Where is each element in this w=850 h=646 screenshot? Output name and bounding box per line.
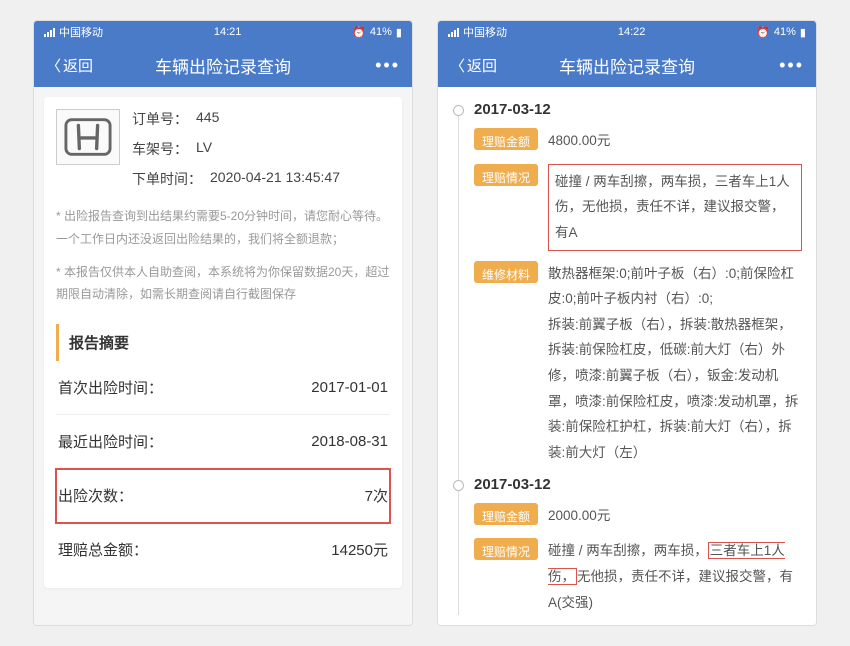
last-label: 最近出险时间： [58, 431, 163, 452]
total-label: 理赔总金额： [58, 539, 148, 560]
order-no-label: 订单号： [132, 109, 188, 129]
alarm-icon: ⏰ [756, 26, 770, 39]
note-1: * 出险报告查询到出结果约需要5-20分钟时间，请您耐心等待。一个工作日内还没返… [56, 205, 390, 251]
row-total-claim: 理赔总金额： 14250元 [56, 523, 390, 576]
event-date: 2017-03-12 [474, 101, 802, 118]
battery-label: 41% [370, 26, 392, 38]
content-scroll[interactable]: 订单号：445 车架号：LV 下单时间：2020-04-21 13:45:47 … [34, 87, 412, 625]
count-label: 出险次数： [58, 485, 133, 506]
battery-icon: ▮ [396, 26, 402, 39]
last-value: 2018-08-31 [311, 433, 388, 450]
claim-situation-value: 碰撞 / 两车刮擦，两车损，三者车上1人伤，无他损，责任不详，建议报交警，有A [548, 164, 802, 251]
carrier-label: 中国移动 [463, 24, 507, 40]
row-first-incident: 首次出险时间： 2017-01-01 [56, 361, 390, 415]
tag-claim-amount: 理赔金额 [474, 503, 538, 525]
clock: 14:22 [618, 26, 646, 38]
order-fields: 订单号： 445 车架号： LV 下单时间： 2020-04-21 13:45:47 [132, 109, 390, 189]
tag-repair-material: 维修材料 [474, 261, 538, 283]
back-label: 返回 [467, 55, 497, 76]
notes: * 出险报告查询到出结果约需要5-20分钟时间，请您耐心等待。一个工作日内还没返… [56, 205, 390, 306]
brand-logo [56, 109, 120, 165]
navbar: 〈 返回 车辆出险记录查询 ••• [438, 43, 816, 87]
situation-prefix: 碰撞 / 两车刮擦，两车损， [548, 543, 708, 558]
chevron-left-icon: 〈 [450, 55, 465, 76]
row-incident-count: 出险次数： 7次 [56, 469, 390, 523]
clock: 14:21 [214, 26, 242, 38]
timeline: 2017-03-12 理赔金额 4800.00元 理赔情况 碰撞 / 两车刮擦，… [446, 101, 802, 615]
tag-claim-amount: 理赔金额 [474, 128, 538, 150]
carrier-label: 中国移动 [59, 24, 103, 40]
chevron-left-icon: 〈 [46, 55, 61, 76]
order-time-label: 下单时间： [132, 169, 202, 189]
back-label: 返回 [63, 55, 93, 76]
phone-right: 中国移动 14:22 ⏰ 41% ▮ 〈 返回 车辆出险记录查询 ••• 201… [437, 20, 817, 626]
back-button[interactable]: 〈 返回 [46, 55, 93, 76]
incident-event: 2017-03-12 理赔金额 4800.00元 理赔情况 碰撞 / 两车刮擦，… [474, 101, 802, 466]
statusbar: 中国移动 14:21 ⏰ 41% ▮ [34, 21, 412, 43]
honda-icon [64, 117, 112, 157]
first-value: 2017-01-01 [311, 379, 388, 396]
more-button[interactable]: ••• [779, 55, 804, 76]
report-card: 订单号：445 车架号：LV 下单时间：2020-04-21 13:45:47 … [44, 97, 402, 588]
content-scroll[interactable]: 2017-03-12 理赔金额 4800.00元 理赔情况 碰撞 / 两车刮擦，… [438, 87, 816, 625]
back-button[interactable]: 〈 返回 [450, 55, 497, 76]
order-header: 订单号： 445 车架号： LV 下单时间： 2020-04-21 13:45:47 [56, 109, 390, 189]
order-time-value: 2020-04-21 13:45:47 [210, 169, 340, 189]
count-value: 7次 [365, 485, 388, 506]
row-last-incident: 最近出险时间： 2018-08-31 [56, 415, 390, 469]
phone-left: 中国移动 14:21 ⏰ 41% ▮ 〈 返回 车辆出险记录查询 ••• [33, 20, 413, 626]
claim-situation-value: 碰撞 / 两车刮擦，两车损，三者车上1人伤，无他损，责任不详，建议报交警，有A(… [548, 538, 802, 615]
battery-icon: ▮ [800, 26, 806, 39]
vin-value: LV [196, 139, 212, 159]
first-label: 首次出险时间： [58, 377, 163, 398]
repair-material-value: 散热器框架:0;前叶子板（右）:0;前保险杠皮:0;前叶子板内衬（右）:0; 拆… [548, 261, 802, 466]
tag-claim-situation: 理赔情况 [474, 538, 538, 560]
vin-label: 车架号： [132, 139, 188, 159]
navbar: 〈 返回 车辆出险记录查询 ••• [34, 43, 412, 87]
note-2: * 本报告仅供本人自助查阅，本系统将为你保留数据20天，超过期限自动清除，如需长… [56, 261, 390, 307]
signal-icon [448, 28, 459, 37]
signal-icon [44, 28, 55, 37]
incident-event: 2017-03-12 理赔金额 2000.00元 理赔情况 碰撞 / 两车刮擦，… [474, 476, 802, 616]
summary-title: 报告摘要 [56, 324, 390, 361]
total-value: 14250元 [331, 539, 388, 560]
claim-amount-value: 4800.00元 [548, 128, 802, 154]
statusbar: 中国移动 14:22 ⏰ 41% ▮ [438, 21, 816, 43]
tag-claim-situation: 理赔情况 [474, 164, 538, 186]
order-no-value: 445 [196, 109, 219, 129]
situation-suffix: 无他损，责任不详，建议报交警，有A(交强) [548, 569, 793, 610]
event-date: 2017-03-12 [474, 476, 802, 493]
claim-amount-value: 2000.00元 [548, 503, 802, 529]
more-button[interactable]: ••• [375, 55, 400, 76]
battery-label: 41% [774, 26, 796, 38]
alarm-icon: ⏰ [352, 26, 366, 39]
